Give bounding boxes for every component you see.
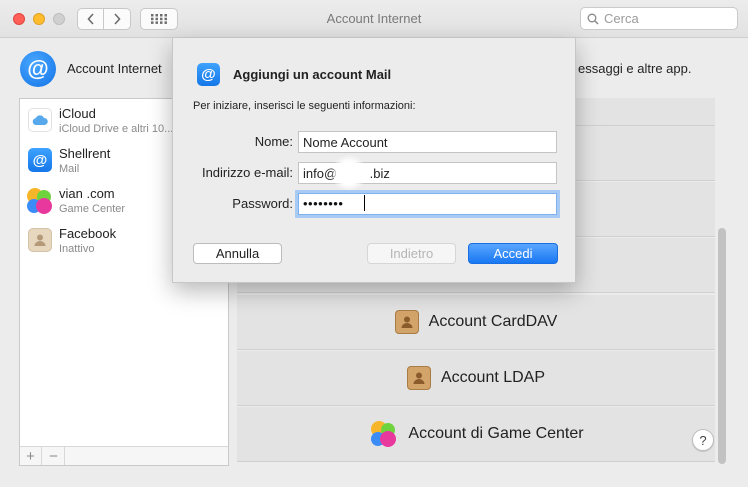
contacts-icon (28, 228, 52, 252)
password-mask: •••••••• (303, 196, 344, 211)
sign-in-button[interactable]: Accedi (468, 243, 558, 264)
internet-accounts-window: Account Internet @ Account Internet essa… (0, 0, 748, 487)
icloud-icon (28, 108, 52, 132)
mail-account-icon: @ (28, 148, 52, 172)
contacts-icon (394, 310, 419, 334)
remove-account-button[interactable]: − (43, 447, 65, 465)
mail-account-icon: @ (197, 63, 220, 86)
provider-label: Account CardDAV (428, 313, 558, 330)
at-sign-icon: @ (20, 51, 56, 87)
account-detail: Mail (59, 163, 80, 175)
redaction-blur (331, 155, 367, 191)
account-name: iCloud (59, 106, 96, 121)
search-icon (587, 13, 599, 25)
add-mail-account-dialog: @ Aggiungi un account Mail Per iniziare,… (172, 38, 576, 283)
search-field[interactable] (580, 7, 738, 30)
account-name: Shellrent (59, 146, 111, 161)
header-title: Account Internet (67, 61, 162, 76)
provider-item-game-center[interactable]: Account di Game Center (237, 407, 715, 462)
provider-label: Account di Game Center (408, 425, 584, 442)
name-field[interactable] (298, 131, 557, 153)
password-label: Password: (232, 196, 293, 211)
account-detail: Inattivo (59, 243, 95, 255)
header-description: essaggi e altre app. (578, 61, 692, 76)
provider-item-ldap[interactable]: Account LDAP (237, 351, 715, 406)
back-button[interactable]: Indietro (367, 243, 456, 264)
game-center-icon (24, 186, 54, 216)
account-name: vian .com (59, 186, 115, 201)
text-caret (364, 195, 365, 211)
provider-label: Account LDAP (440, 369, 546, 386)
sidebar-footer: + − (19, 446, 229, 466)
providers-scrollbar[interactable] (718, 228, 726, 464)
help-button[interactable]: ? (692, 429, 714, 451)
name-label: Nome: (254, 134, 293, 149)
dialog-subtitle: Per iniziare, inserisci le seguenti info… (193, 100, 416, 112)
email-label: Indirizzo e-mail: (201, 165, 293, 180)
title-bar: Account Internet (0, 0, 748, 38)
contacts-icon (406, 366, 431, 390)
cancel-button[interactable]: Annulla (193, 243, 282, 264)
dialog-title: Aggiungi un account Mail (233, 67, 392, 82)
add-account-button[interactable]: + (20, 447, 42, 465)
account-detail: Game Center (59, 203, 126, 215)
provider-item-carddav[interactable]: Account CardDAV (237, 295, 715, 350)
search-input[interactable] (604, 11, 724, 26)
account-detail: iCloud Drive e altri 10... (59, 123, 174, 135)
game-center-icon (368, 419, 398, 449)
account-name: Facebook (59, 226, 117, 241)
